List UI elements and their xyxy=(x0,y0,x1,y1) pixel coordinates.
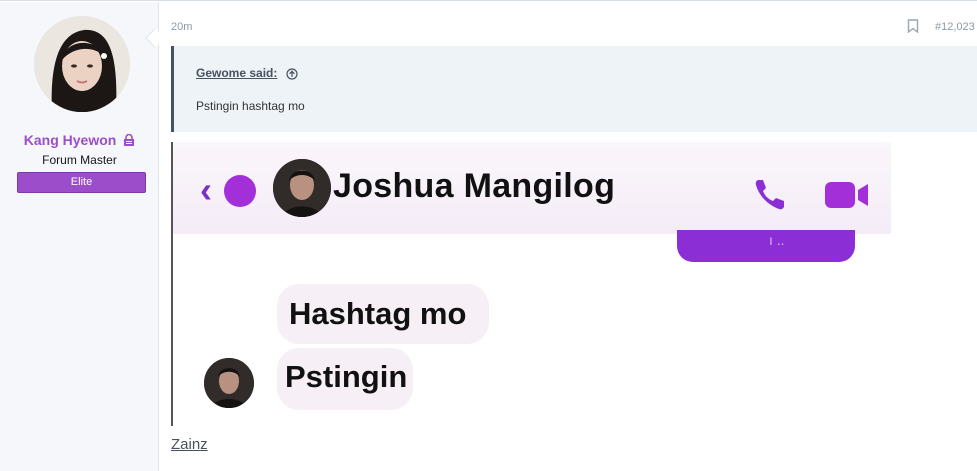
bookmark-icon[interactable] xyxy=(907,19,919,33)
incoming-message-bubble: Pstingin xyxy=(277,348,413,410)
video-camera-icon xyxy=(825,182,868,208)
contact-name: Joshua Mangilog xyxy=(333,167,616,205)
quote-header: Gewome said: xyxy=(196,66,298,80)
forum-post: Kang Hyewon Forum Master Elite 20m #12,0… xyxy=(0,0,977,471)
contact-avatar xyxy=(273,159,331,217)
sender-avatar xyxy=(204,358,254,408)
user-sidebar: Kang Hyewon Forum Master Elite xyxy=(0,2,159,471)
signature-link[interactable]: Zainz xyxy=(171,436,208,453)
post-number[interactable]: #12,023 xyxy=(935,21,975,33)
incoming-message-bubble: Hashtag mo xyxy=(277,284,489,344)
quote-text: Pstingin hashtag mo xyxy=(196,99,305,113)
partial-message-text: ı .. xyxy=(769,232,785,248)
phone-icon xyxy=(755,180,784,210)
user-title: Forum Master xyxy=(42,153,117,167)
post-time[interactable]: 20m xyxy=(171,21,192,33)
username-text[interactable]: Kang Hyewon xyxy=(24,132,117,148)
user-banner: Elite xyxy=(17,172,146,193)
message-text: Hashtag mo xyxy=(289,296,467,331)
staff-badge-icon xyxy=(124,134,135,146)
attached-image[interactable]: ‹ Joshua Mangilog ı .. Hashtag mo Psting… xyxy=(171,142,891,426)
quote-block: Gewome said: Pstingin hashtag mo xyxy=(171,46,977,132)
user-avatar[interactable] xyxy=(34,16,130,112)
message-text: Pstingin xyxy=(285,359,408,394)
message-main: 20m #12,023 Gewome said: Pstingin hashta… xyxy=(160,2,977,471)
quote-author-link[interactable]: Gewome said: xyxy=(196,66,277,80)
status-dot-icon xyxy=(224,175,256,207)
username[interactable]: Kang Hyewon xyxy=(0,132,159,148)
back-chevron-icon: ‹ xyxy=(200,169,212,210)
outgoing-message-bubble: ı .. xyxy=(677,230,855,262)
jump-to-quote-icon[interactable] xyxy=(286,68,298,80)
